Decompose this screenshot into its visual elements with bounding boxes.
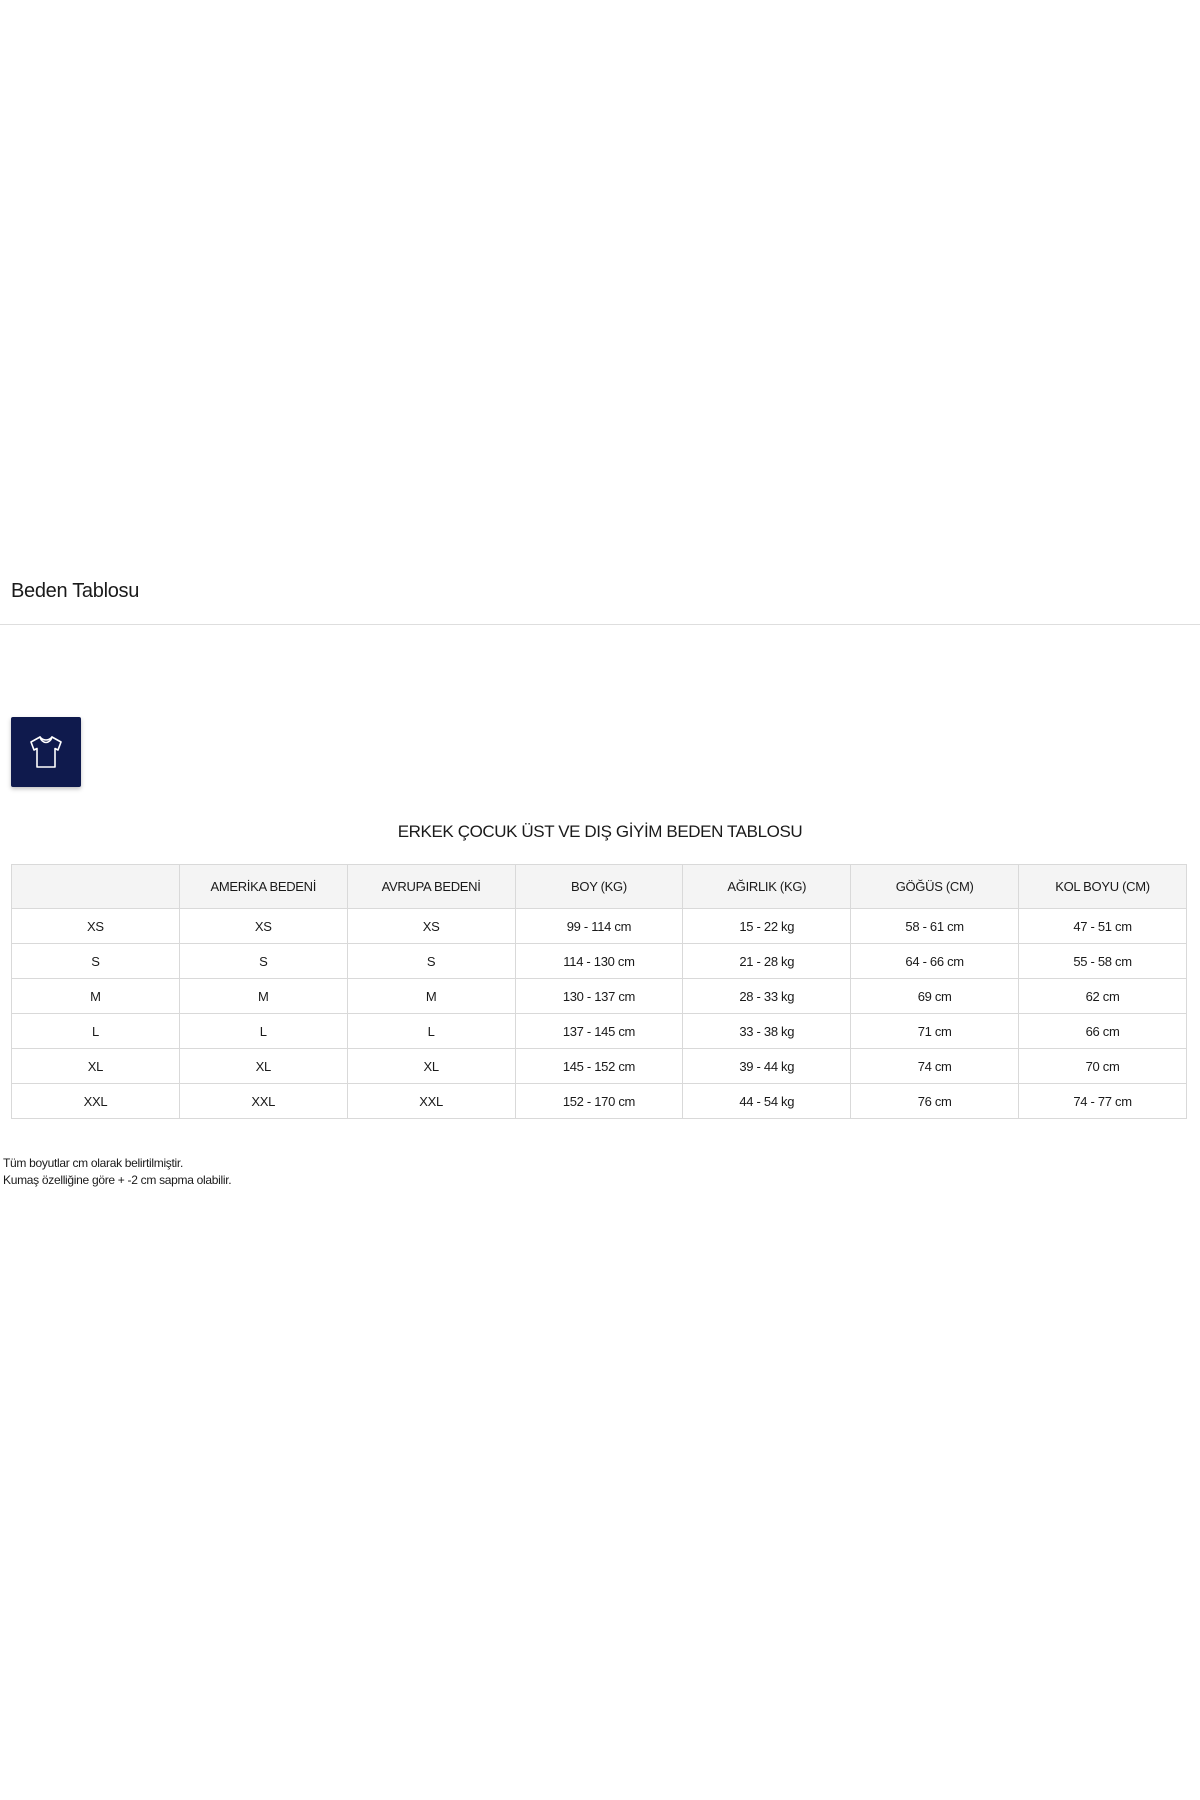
header-cell-eu-size: AVRUPA BEDENİ (346, 864, 516, 909)
table-row: M M M 130 - 137 cm 28 - 33 kg 69 cm 62 c… (11, 978, 1187, 1014)
table-cell: 62 cm (1018, 978, 1187, 1014)
category-tile-tops[interactable] (11, 717, 81, 787)
table-cell: S (178, 943, 348, 979)
table-cell: 145 - 152 cm (514, 1048, 684, 1084)
table-cell: XS (178, 908, 348, 944)
table-cell: L (11, 1013, 180, 1049)
table-cell: M (11, 978, 180, 1014)
table-cell: 74 cm (850, 1048, 1020, 1084)
table-row: XXL XXL XXL 152 - 170 cm 44 - 54 kg 76 c… (11, 1083, 1187, 1119)
table-cell: 71 cm (850, 1013, 1020, 1049)
table-cell: XL (346, 1048, 516, 1084)
size-table: AMERİKA BEDENİ AVRUPA BEDENİ BOY (KG) AĞ… (11, 864, 1187, 1119)
footnote-tolerance: Kumaş özelliğine göre + -2 cm sapma olab… (3, 1173, 232, 1187)
table-cell: 66 cm (1018, 1013, 1187, 1049)
table-cell: 74 - 77 cm (1018, 1083, 1187, 1119)
table-cell: 130 - 137 cm (514, 978, 684, 1014)
table-row: S S S 114 - 130 cm 21 - 28 kg 64 - 66 cm… (11, 943, 1187, 979)
header-cell-weight: AĞIRLIK (KG) (682, 864, 852, 909)
tshirt-icon (30, 736, 62, 768)
table-cell: XXL (11, 1083, 180, 1119)
table-cell: 33 - 38 kg (682, 1013, 852, 1049)
table-cell: 64 - 66 cm (850, 943, 1020, 979)
header-cell-chest: GÖĞÜS (CM) (850, 864, 1020, 909)
table-row: L L L 137 - 145 cm 33 - 38 kg 71 cm 66 c… (11, 1013, 1187, 1049)
table-cell: 21 - 28 kg (682, 943, 852, 979)
table-cell: L (346, 1013, 516, 1049)
table-cell: 152 - 170 cm (514, 1083, 684, 1119)
size-table-header-row: AMERİKA BEDENİ AVRUPA BEDENİ BOY (KG) AĞ… (11, 864, 1187, 909)
table-cell: XS (346, 908, 516, 944)
table-cell: XS (11, 908, 180, 944)
table-cell: 114 - 130 cm (514, 943, 684, 979)
header-cell-height: BOY (KG) (514, 864, 684, 909)
table-cell: XXL (178, 1083, 348, 1119)
table-cell: XXL (346, 1083, 516, 1119)
table-cell: 76 cm (850, 1083, 1020, 1119)
table-cell: 70 cm (1018, 1048, 1187, 1084)
header-cell-sleeve: KOL BOYU (CM) (1018, 864, 1187, 909)
table-cell: 44 - 54 kg (682, 1083, 852, 1119)
table-cell: 137 - 145 cm (514, 1013, 684, 1049)
page-title: Beden Tablosu (11, 580, 140, 602)
table-cell: 39 - 44 kg (682, 1048, 852, 1084)
size-table-title: ERKEK ÇOCUK ÜST VE DIŞ GİYİM BEDEN TABLO… (397, 822, 803, 841)
table-cell: 69 cm (850, 978, 1020, 1014)
header-cell-us-size: AMERİKA BEDENİ (178, 864, 348, 909)
table-cell: S (346, 943, 516, 979)
table-cell: 58 - 61 cm (850, 908, 1020, 944)
footnote-units: Tüm boyutlar cm olarak belirtilmiştir. (3, 1156, 183, 1170)
table-cell: S (11, 943, 180, 979)
page-header: Beden Tablosu (0, 560, 1200, 625)
table-cell: XL (178, 1048, 348, 1084)
table-cell: 28 - 33 kg (682, 978, 852, 1014)
table-cell: 99 - 114 cm (514, 908, 684, 944)
footnotes: Tüm boyutlar cm olarak belirtilmiştir. K… (3, 1155, 232, 1189)
table-row: XS XS XS 99 - 114 cm 15 - 22 kg 58 - 61 … (11, 908, 1187, 944)
table-row: XL XL XL 145 - 152 cm 39 - 44 kg 74 cm 7… (11, 1048, 1187, 1084)
table-cell: M (346, 978, 516, 1014)
table-cell: 55 - 58 cm (1018, 943, 1187, 979)
table-cell: 47 - 51 cm (1018, 908, 1187, 944)
table-cell: M (178, 978, 348, 1014)
header-cell-size (11, 864, 180, 909)
table-cell: XL (11, 1048, 180, 1084)
table-cell: L (178, 1013, 348, 1049)
table-cell: 15 - 22 kg (682, 908, 852, 944)
